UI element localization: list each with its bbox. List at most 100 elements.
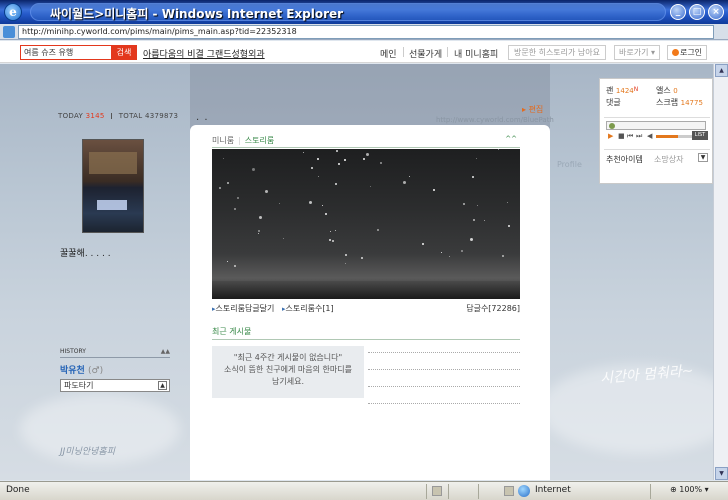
chevron-down-icon[interactable]: ▼ [698,153,708,162]
star [377,229,379,231]
panel-tabs: 미니룸 | 스토리룸 [212,135,274,146]
search-input[interactable]: 여름 슈즈 유행 [20,45,112,60]
tab-story-room[interactable]: 스토리룸 [245,136,274,145]
stop-icon[interactable]: ■ [618,132,625,140]
recommend-item-link[interactable]: 추천아이템 [606,154,643,165]
signature-text: JJ미닝안녕홈피 [60,447,115,457]
stat-album[interactable]: 앨스 0 [656,85,678,96]
playlist-button[interactable]: LIST [692,131,708,140]
scroll-down-icon[interactable]: ▼ [715,467,728,480]
today-label: TODAY [58,112,84,120]
minimize-button[interactable]: _ [670,4,686,20]
star [252,168,255,171]
stat-ilchon[interactable]: 괜 1424N [606,85,638,96]
status-divider [650,484,651,499]
story-count-label: 스토리룸수[1] [285,304,334,313]
album-label: 앨스 [656,86,671,95]
profile-photo[interactable] [82,139,144,233]
star [265,190,268,193]
blog-url[interactable]: http://www.cyworld.com/BluePath [436,116,554,124]
nav-separator [447,47,448,57]
photo-screen [97,200,127,210]
star [409,176,410,177]
vertical-scrollbar[interactable]: ▲ ▼ [713,64,728,480]
star [477,205,478,206]
goto-label: 바로가기 [618,48,649,57]
nav-main[interactable]: 메인 [380,47,397,60]
star [441,252,442,253]
collapse-icon[interactable]: ^^ [505,135,517,143]
next-icon[interactable]: ⏭ [636,132,642,141]
login-button[interactable]: 로그인 [667,45,707,60]
nav-my-minihompy[interactable]: 내 미니홈피 [454,47,498,60]
promo-link[interactable]: 아름다움의 비결 그랜드성형외과 [143,47,265,60]
close-button[interactable]: × [708,4,724,20]
address-text: http://minihp.cyworld.com/pims/main/pims… [22,27,297,36]
story-panel: 미니룸 | 스토리룸 ^^ ▸스토리룸답글달기 ▸스토리룸수[1] 답글수[7228… [190,125,550,480]
star [223,158,224,159]
wave-label: 파도타기 [64,381,94,390]
tab-separator: | [238,136,241,145]
story-room-photo[interactable] [212,149,520,299]
popup-blocker-icon[interactable] [504,486,514,496]
star [366,153,369,156]
total-label: TOTAL [118,112,143,120]
tab-minimi-room[interactable]: 미니룸 [212,136,234,145]
star [449,256,450,257]
status-divider [426,484,427,499]
wish-box-link[interactable]: 소망상자 [654,154,683,165]
zoom-level[interactable]: ⊕ 100% ▾ [670,485,709,494]
status-divider [448,484,449,499]
star [259,216,262,219]
reply-count: 답글수[72286] [466,304,520,313]
counter-divider [111,113,113,119]
goto-select[interactable]: 바로가기 ▾ [614,45,660,60]
star [484,220,485,221]
search-button[interactable]: 검색 [111,45,137,60]
star [322,205,323,206]
scrap-label: 스크랩 [656,98,679,107]
star [422,243,424,245]
player-track-display [606,121,706,130]
star [325,213,327,215]
star [309,201,312,204]
post-slot-line [368,403,520,404]
stats-widget: 괜 1424N 앨스 0 댓글 스크랩 14775 ▶ ■ ⏮ ⏭ ◀ LIST… [599,78,713,184]
empty-posts-message: "최근 4주간 게시물이 없습니다" 소식이 뜸한 친구에게 마음의 한마디를 … [212,346,364,398]
empty-line-1: "최근 4주간 게시물이 없습니다" [233,353,343,362]
star [234,208,236,210]
ilchon-label: 괜 [606,86,614,95]
star [318,176,319,177]
star [279,203,280,204]
volume-slider-rest [678,135,692,138]
dots-decor: . . [196,112,209,123]
maximize-button[interactable]: □ [689,4,705,20]
prev-icon[interactable]: ⏮ [627,132,633,141]
album-count: 0 [673,87,678,95]
address-input[interactable]: http://minihp.cyworld.com/pims/main/pims… [18,25,714,39]
total-count: 4379873 [144,112,179,120]
owner-name[interactable]: 박유천 (♂) [60,363,103,376]
edit-link[interactable]: ▸ 편집 [522,104,543,115]
stat-scrap[interactable]: 스크랩 14775 [656,97,703,108]
star [470,238,473,241]
star [461,250,463,252]
story-count-link[interactable]: ▸스토리룸수[1] [282,303,334,314]
star [258,230,260,232]
volume-icon[interactable]: ◀ [647,132,652,140]
visitor-history-select[interactable]: 방문한 히스토리가 남아요 [508,45,606,60]
star [463,203,465,205]
story-reply-link[interactable]: ▸스토리룸답글달기 [212,303,274,314]
nav-gift-shop[interactable]: 선물가게 [409,47,442,60]
wave-select[interactable]: 파도타기 ▲ [60,379,170,392]
stat-comment[interactable]: 댓글 [606,97,621,108]
scroll-up-icon[interactable]: ▲ [715,64,728,77]
volume-slider[interactable] [656,135,678,138]
play-icon[interactable]: ▶ [608,132,613,140]
star [498,149,499,150]
horizon [212,281,520,299]
star [345,254,347,256]
history-label: HISTORY [60,348,86,355]
history-toggle-icon[interactable]: ▲▲ [161,348,170,355]
recent-posts-divider [212,339,520,340]
